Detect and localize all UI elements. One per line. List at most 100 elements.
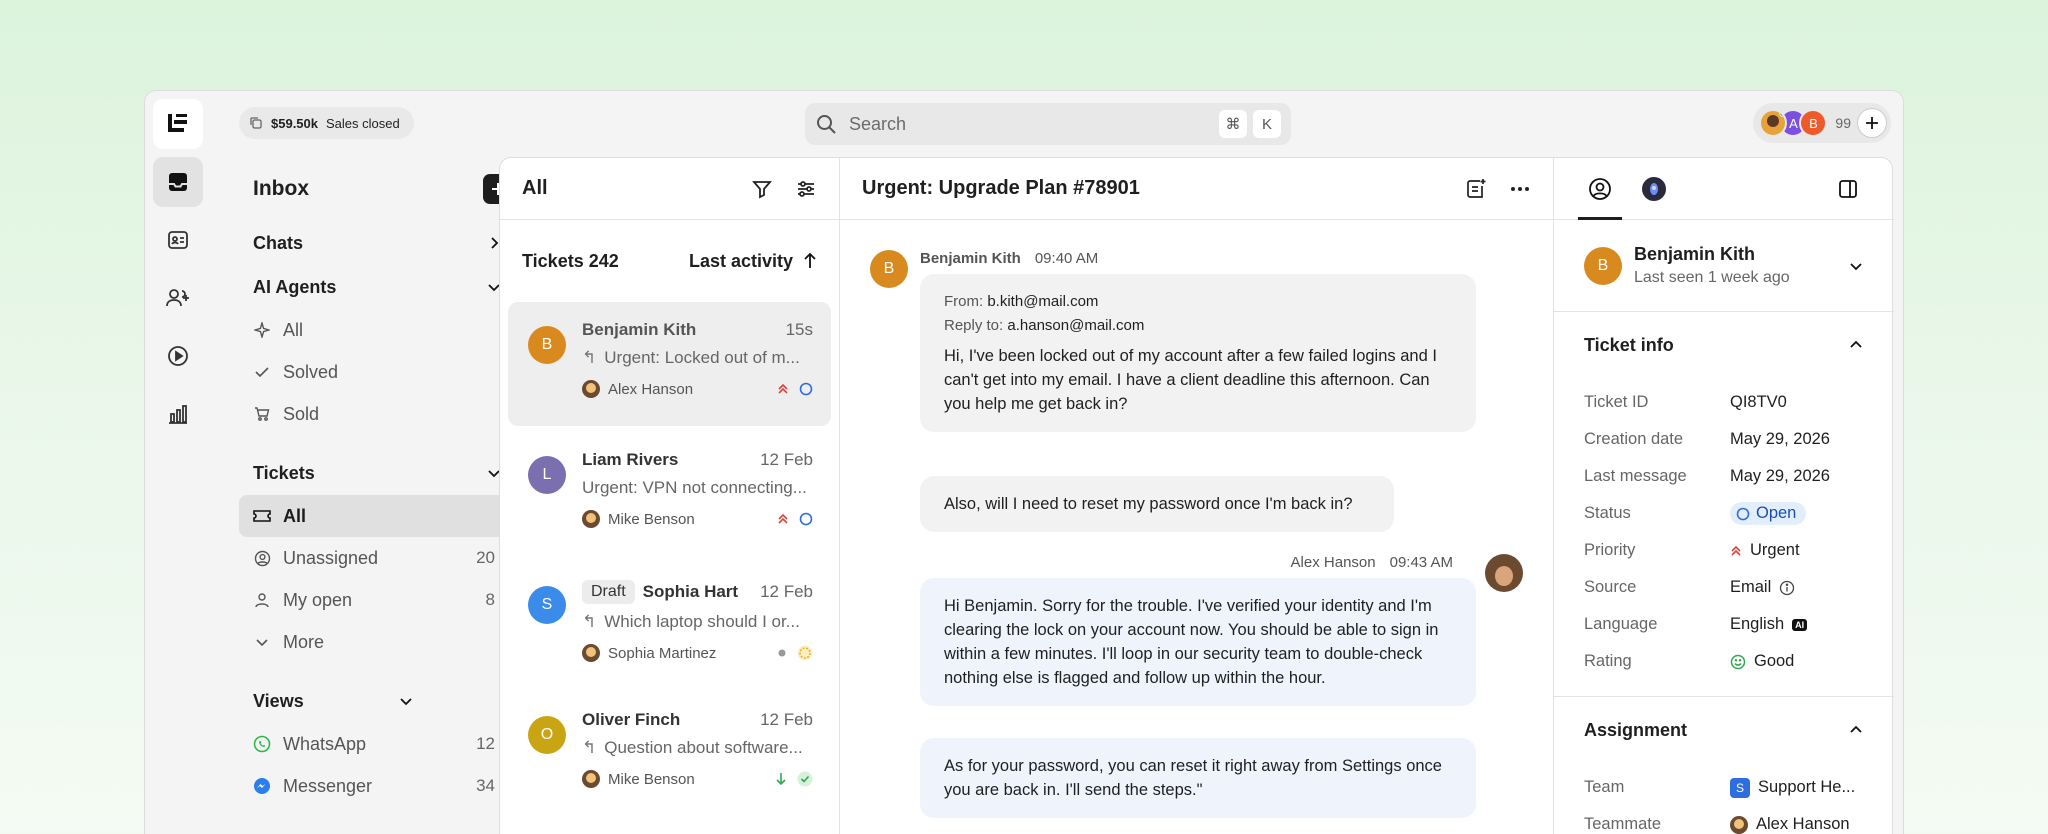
field-ticket-id: Ticket ID QI8TV0 xyxy=(1584,384,1864,421)
section-tickets[interactable]: Tickets xyxy=(223,451,523,495)
field-label: Language xyxy=(1584,615,1658,633)
sidebar-item-whatsapp[interactable]: WhatsApp 12 xyxy=(239,723,509,765)
section-views[interactable]: Views xyxy=(223,679,523,723)
sidebar-item-label: All xyxy=(283,319,304,340)
team-avatars[interactable]: A B 99 xyxy=(1753,103,1891,143)
message-author: Alex Hanson xyxy=(1290,554,1376,571)
source-value: Email xyxy=(1730,578,1772,596)
tab-contact[interactable] xyxy=(1578,173,1622,220)
sidebar-item-label: Solved xyxy=(283,361,339,382)
field-label: Team xyxy=(1584,778,1625,796)
kbd-k: K xyxy=(1253,110,1281,138)
sidebar-item-my-open[interactable]: My open 8 xyxy=(239,579,509,621)
rail-contacts-button[interactable] xyxy=(153,215,203,265)
bar-chart-icon xyxy=(169,405,187,424)
ticket-card[interactable]: L Liam Rivers 12 Feb Urgent: VPN not con… xyxy=(508,432,831,556)
assignment-title: Assignment xyxy=(1584,719,1688,740)
field-label: Rating xyxy=(1584,652,1632,670)
priority-dropdown[interactable]: Urgent xyxy=(1730,541,1800,560)
search-bar[interactable]: Search ⌘ K xyxy=(805,103,1291,145)
avatar: S xyxy=(528,586,566,624)
section-ai-agents[interactable]: AI Agents xyxy=(223,265,523,309)
tickets-count: Tickets 242 xyxy=(522,250,619,271)
status-dropdown[interactable]: Open xyxy=(1730,502,1807,525)
chevron-up-icon xyxy=(1850,725,1862,733)
sidebar-item-messenger[interactable]: Messenger 34 xyxy=(239,765,509,807)
ticket-card[interactable]: O Oliver Finch 12 Feb ↰ Question about s… xyxy=(508,692,831,816)
rail-reports-button[interactable] xyxy=(153,389,203,439)
ticket-name: Benjamin Kith xyxy=(582,320,697,339)
sort-label: Last activity xyxy=(688,250,793,271)
ticket-preview: Urgent: Locked out of m... xyxy=(604,348,800,367)
sidebar-item-label: All xyxy=(283,505,307,526)
agent-avatar xyxy=(1485,554,1523,592)
message-body: As for your password, you can reset it r… xyxy=(944,757,1442,799)
teammate-dropdown[interactable]: Alex Hanson xyxy=(1730,815,1850,834)
ticket-time: 12 Feb xyxy=(760,582,813,601)
sidebar-title: Inbox xyxy=(253,177,309,200)
section-chats[interactable]: Chats xyxy=(223,221,523,265)
play-circle-icon xyxy=(168,346,188,366)
sidebar-item-count: 34 xyxy=(476,776,495,795)
settings-sliders-button[interactable] xyxy=(795,178,817,200)
ticket-time: 12 Feb xyxy=(760,450,813,469)
section-tickets-label: Tickets xyxy=(253,462,315,483)
more-options-button[interactable] xyxy=(1509,178,1531,200)
toggle-sidebar-button[interactable] xyxy=(1832,173,1864,205)
contact-header[interactable]: B Benjamin Kith Last seen 1 week ago xyxy=(1554,220,1894,312)
team-badge: S xyxy=(1730,777,1750,798)
field-label: Priority xyxy=(1584,541,1636,559)
contact-card-icon xyxy=(168,231,188,249)
sidebar-item-tickets-all[interactable]: All xyxy=(239,495,509,537)
chevron-up-icon xyxy=(1850,340,1862,348)
message-author: Benjamin Kith xyxy=(920,250,1021,267)
draft-badge: Draft xyxy=(582,580,635,604)
message-body: Also, will I need to reset my password o… xyxy=(944,495,1353,513)
sales-closed-pill[interactable]: $59.50k Sales closed xyxy=(239,107,414,139)
nav-rail xyxy=(145,91,211,834)
tab-ai[interactable] xyxy=(1638,173,1670,205)
sidebar-item-ai-all[interactable]: All xyxy=(239,309,509,351)
ticket-preview: Question about software... xyxy=(604,738,803,757)
ticket-info-section: Ticket info Ticket ID QI8TV0 Creation da… xyxy=(1554,312,1894,697)
ticket-time: 12 Feb xyxy=(760,710,813,729)
rail-users-button[interactable] xyxy=(153,273,203,323)
message-bubble: Hi Benjamin. Sorry for the trouble. I've… xyxy=(920,578,1476,706)
app-logo[interactable] xyxy=(153,99,203,149)
ticket-name: Liam Rivers xyxy=(582,450,679,469)
team-dropdown[interactable]: S Support He... xyxy=(1730,777,1855,798)
rail-inbox-button[interactable] xyxy=(153,157,203,207)
field-last-message: Last message May 29, 2026 xyxy=(1584,458,1864,495)
message-bubble: From: b.kith@mail.com Reply to: a.hanson… xyxy=(920,274,1476,432)
info-icon[interactable] xyxy=(1779,580,1795,596)
contact-name: Benjamin Kith xyxy=(1634,244,1756,264)
sidebar-panel-icon xyxy=(1839,179,1857,198)
ticket-card[interactable]: S Draft Sophia Hart 12 Feb ↰ Which lapto… xyxy=(508,562,831,686)
teammate-avatar xyxy=(1730,815,1748,834)
sidebar-item-unassigned[interactable]: Unassigned 20 xyxy=(239,537,509,579)
sidebar-item-ai-solved[interactable]: Solved xyxy=(239,351,509,393)
sidebar-item-ai-sold[interactable]: Sold xyxy=(239,393,509,435)
check-icon xyxy=(253,364,271,380)
from-label: From: xyxy=(944,293,984,310)
add-button[interactable] xyxy=(1857,108,1887,138)
filter-button[interactable] xyxy=(751,178,773,200)
assignee-avatar xyxy=(582,644,600,662)
ticket-assignee: Mike Benson xyxy=(608,770,695,788)
sidebar-item-more[interactable]: More xyxy=(239,621,509,663)
note-button[interactable] xyxy=(1465,178,1487,200)
assignee-avatar xyxy=(582,510,600,528)
avatar: B xyxy=(1799,109,1828,137)
search-icon xyxy=(817,115,836,134)
field-value[interactable]: QI8TV0 xyxy=(1730,393,1787,412)
section-ai-agents-label: AI Agents xyxy=(253,276,337,297)
ticket-card[interactable]: B Benjamin Kith 15s ↰ Urgent: Locked out… xyxy=(508,302,831,426)
ticket-info-toggle[interactable]: Ticket info xyxy=(1584,312,1864,378)
field-status: Status Open xyxy=(1584,495,1864,532)
avatar: B xyxy=(870,250,908,288)
assignment-toggle[interactable]: Assignment xyxy=(1584,697,1864,763)
rail-play-button[interactable] xyxy=(153,331,203,381)
sort-button[interactable]: Last activity xyxy=(689,251,817,272)
search-placeholder: Search xyxy=(849,113,907,134)
messenger-icon xyxy=(253,777,271,795)
